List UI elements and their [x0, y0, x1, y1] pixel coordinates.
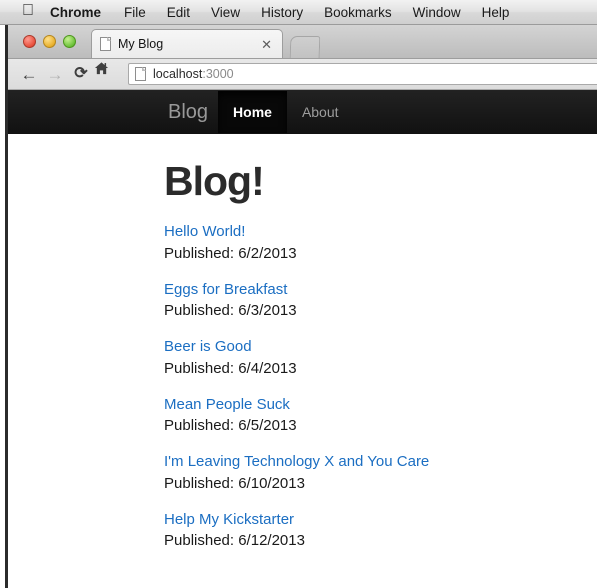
menu-item-edit[interactable]: Edit: [167, 5, 190, 20]
post-item: Mean People Suck Published: 6/5/2013: [164, 394, 597, 438]
page-title: Blog!: [164, 158, 265, 204]
post-title-link[interactable]: Eggs for Breakfast: [164, 279, 597, 301]
back-arrow-icon[interactable]: ←: [16, 61, 42, 87]
minimize-window-button[interactable]: [43, 35, 56, 48]
post-published-date: Published: 6/4/2013: [164, 359, 297, 377]
tab-title: My Blog: [118, 37, 164, 51]
menu-item-view[interactable]: View: [211, 5, 240, 20]
nav-link-home[interactable]: Home: [218, 91, 287, 133]
new-tab-button[interactable]: [289, 36, 321, 58]
close-icon[interactable]: ✕: [259, 38, 274, 51]
apple-logo-icon[interactable]: : [22, 3, 34, 19]
url-port: :3000: [202, 67, 234, 81]
reload-icon[interactable]: ⟳: [68, 61, 94, 87]
post-item: Beer is Good Published: 6/4/2013: [164, 336, 597, 380]
url-host: localhost: [153, 67, 203, 81]
forward-arrow-icon: →: [46, 64, 64, 84]
nav-link-about[interactable]: About: [287, 91, 354, 133]
post-published-date: Published: 6/12/2013: [164, 532, 305, 550]
home-icon[interactable]: [94, 61, 120, 87]
address-bar[interactable]: localhost:3000: [128, 63, 597, 85]
post-title-link[interactable]: Mean People Suck: [164, 394, 597, 416]
chrome-window: My Blog ✕ ← → ⟳ localhost:3000 Blog Home…: [5, 25, 597, 588]
post-title-link[interactable]: Beer is Good: [164, 336, 597, 358]
post-item: Hello World! Published: 6/2/2013: [164, 221, 597, 265]
post-published-date: Published: 6/5/2013: [164, 417, 297, 435]
browser-tab[interactable]: My Blog ✕: [91, 29, 283, 58]
menu-item-history[interactable]: History: [261, 5, 303, 20]
tab-strip: My Blog ✕: [8, 25, 597, 58]
post-item: I'm Leaving Technology X and You Care Pu…: [164, 451, 597, 495]
menu-item-help[interactable]: Help: [482, 5, 510, 20]
page-viewport: Blog Home About Blog! Hello World! Publi…: [8, 90, 597, 588]
mac-menu-bar:  Chrome File Edit View History Bookmark…: [0, 0, 597, 25]
address-bar-text: localhost:3000: [153, 67, 234, 81]
post-title-link[interactable]: Hello World!: [164, 221, 597, 243]
content-container: Blog! Hello World! Published: 6/2/2013 E…: [8, 134, 597, 552]
post-item: Eggs for Breakfast Published: 6/3/2013: [164, 279, 597, 323]
menu-item-window[interactable]: Window: [413, 5, 461, 20]
browser-toolbar: ← → ⟳ localhost:3000: [8, 58, 597, 90]
page-icon: [100, 37, 111, 51]
menu-item-bookmarks[interactable]: Bookmarks: [324, 5, 392, 20]
address-page-icon: [135, 67, 146, 81]
navbar-brand[interactable]: Blog: [158, 101, 218, 124]
post-title-link[interactable]: Help My Kickstarter: [164, 509, 597, 531]
post-published-date: Published: 6/2/2013: [164, 244, 297, 262]
menu-item-chrome[interactable]: Chrome: [50, 5, 101, 20]
menu-item-file[interactable]: File: [124, 5, 146, 20]
post-published-date: Published: 6/10/2013: [164, 474, 305, 492]
post-item: Help My Kickstarter Published: 6/12/2013: [164, 509, 597, 553]
post-title-link[interactable]: I'm Leaving Technology X and You Care: [164, 451, 597, 473]
post-published-date: Published: 6/3/2013: [164, 302, 297, 320]
zoom-window-button[interactable]: [63, 35, 76, 48]
close-window-button[interactable]: [23, 35, 36, 48]
screen:  Chrome File Edit View History Bookmark…: [0, 0, 597, 588]
site-navbar: Blog Home About: [8, 90, 597, 134]
window-controls: [23, 35, 76, 48]
